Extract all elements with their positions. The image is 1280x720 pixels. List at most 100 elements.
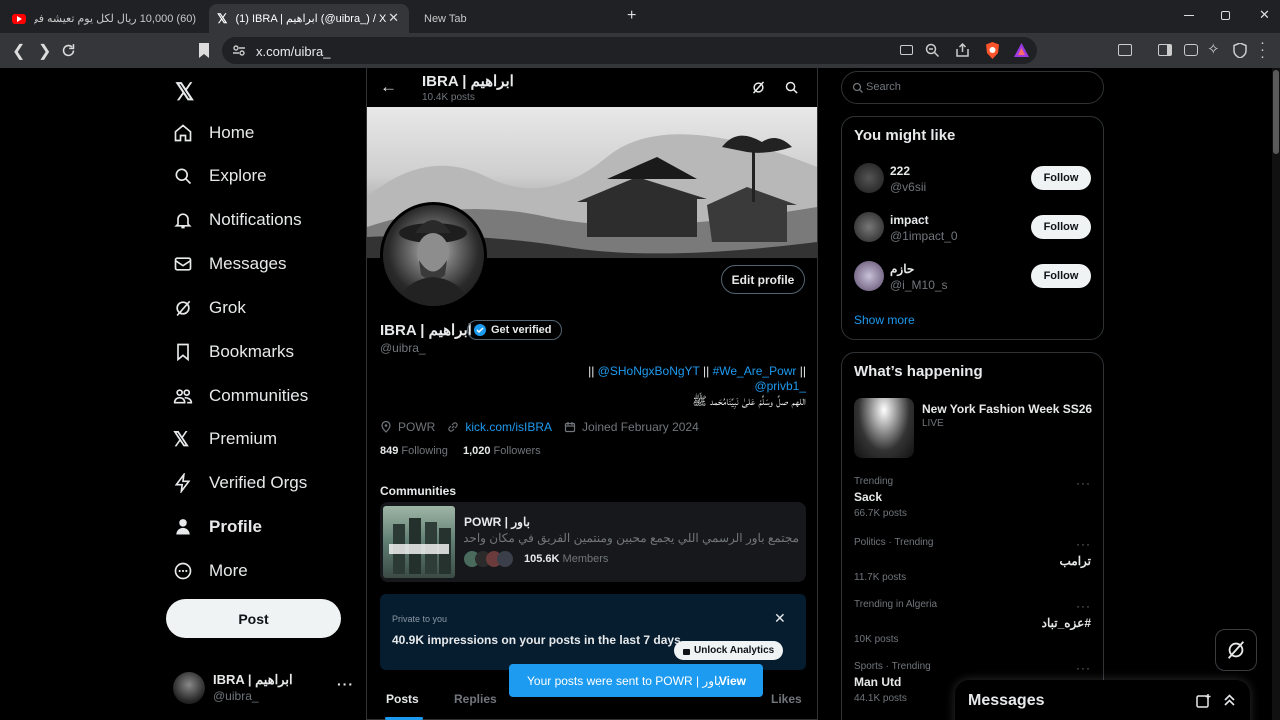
trend-name: #عزه_تباد	[1041, 616, 1091, 630]
close-window-icon[interactable]: ✕	[1259, 7, 1270, 23]
nav-verified-orgs[interactable]: Verified Orgs	[173, 463, 307, 503]
tab-posts[interactable]: Posts	[385, 692, 423, 720]
nav-notifications[interactable]: Notifications	[173, 200, 302, 240]
nav-more[interactable]: More	[173, 551, 248, 591]
more-icon[interactable]: ···	[1076, 661, 1091, 675]
tab-new[interactable]: New Tab	[414, 4, 614, 33]
nav-label: Communities	[209, 386, 309, 405]
share-icon[interactable]	[955, 43, 970, 58]
close-tab-icon[interactable]: ✕	[388, 10, 399, 26]
suggested-user[interactable]: 222 @v6sii Follow	[842, 160, 1103, 198]
zoom-icon[interactable]	[925, 43, 940, 58]
nav-home[interactable]: Home	[173, 113, 254, 153]
bio-line-3: اللهم صلِّ وسَلِّمْ عَلىٰ نَبِيِّنَامُحَ…	[692, 394, 806, 408]
page-scrollbar[interactable]	[1272, 68, 1280, 720]
community-image	[383, 506, 455, 578]
address-bar[interactable]: x.com/uibra_	[222, 37, 1037, 64]
wallet-icon[interactable]	[1184, 44, 1198, 56]
tab-replies[interactable]: Replies	[454, 692, 497, 706]
search-icon[interactable]	[784, 80, 799, 95]
featured-event[interactable]: New York Fashion Week SS26 LIVE	[854, 398, 1094, 458]
follow-button[interactable]: Follow	[1031, 264, 1091, 288]
nav-grok[interactable]: Grok	[173, 288, 246, 328]
reload-icon[interactable]	[60, 42, 77, 59]
nav-bookmarks[interactable]: Bookmarks	[173, 332, 294, 372]
more-icon[interactable]: ···	[1076, 599, 1091, 613]
more-icon[interactable]: ···	[1076, 476, 1091, 490]
expand-drawer-icon[interactable]	[1223, 694, 1236, 707]
youtube-icon	[12, 13, 26, 24]
cast-icon[interactable]	[900, 45, 913, 55]
you-might-like-panel: You might like 222 @v6sii Follow impact …	[841, 116, 1104, 340]
following-count: 849	[380, 445, 399, 457]
brave-shield-icon[interactable]	[985, 42, 1000, 59]
grok-icon[interactable]	[751, 80, 766, 95]
trend-item[interactable]: Politics · Trending ترامب 11.7K posts ··…	[854, 537, 1091, 583]
tab-likes[interactable]: Likes	[771, 692, 802, 706]
more-icon[interactable]: ···	[1076, 537, 1091, 551]
x-logo-icon: 𝕏	[173, 428, 190, 451]
leo-ai-icon[interactable]: ✧	[1207, 40, 1220, 58]
nav-profile[interactable]: Profile	[173, 507, 262, 547]
suggested-user[interactable]: impact @1impact_0 Follow	[842, 209, 1103, 247]
bookmark-page-icon[interactable]	[197, 42, 211, 59]
account-switcher[interactable]: IBRA | ابراهيم @uibra_ ···	[173, 668, 353, 708]
url-text[interactable]: x.com/uibra_	[256, 44, 330, 59]
scrollbar-thumb[interactable]	[1273, 70, 1279, 154]
nav-messages[interactable]: Messages	[173, 244, 286, 284]
site-settings-icon[interactable]	[232, 44, 246, 57]
avatar	[173, 672, 205, 704]
follow-button[interactable]: Follow	[1031, 166, 1091, 190]
show-more-link[interactable]: Show more	[854, 313, 915, 327]
x-logo-icon[interactable]: 𝕏	[175, 78, 194, 107]
toast-view-button[interactable]: View	[719, 674, 746, 688]
bio-hashtag[interactable]: #We_Are_Powr	[713, 364, 797, 378]
vpn-icon[interactable]	[1233, 43, 1247, 58]
nav-communities[interactable]: Communities	[173, 376, 308, 416]
reader-mode-icon[interactable]	[1118, 44, 1132, 56]
profile-link[interactable]: kick.com/isIBRA	[465, 420, 552, 434]
sidebar-toggle-icon[interactable]	[1158, 44, 1172, 56]
edit-profile-button[interactable]: Edit profile	[721, 265, 805, 294]
new-tab-plus-icon[interactable]: +	[627, 7, 636, 25]
trend-item[interactable]: Trending in Algeria #عزه_تباد 10K posts …	[854, 599, 1091, 645]
minimize-icon[interactable]	[1184, 15, 1194, 16]
back-icon[interactable]: ❮	[12, 41, 25, 61]
get-verified-label: Get verified	[491, 324, 552, 336]
location-text: POWR	[398, 420, 436, 434]
messages-drawer[interactable]: Messages	[955, 680, 1250, 720]
brave-rewards-icon[interactable]	[1014, 43, 1029, 57]
profile-avatar[interactable]	[380, 202, 487, 309]
analytics-close-icon[interactable]: ✕	[774, 610, 786, 627]
bio-mention[interactable]: @SHoNgxBoNgYT	[598, 364, 700, 378]
profile-handle: @uibra_	[380, 341, 426, 355]
nav-explore[interactable]: Explore	[173, 156, 267, 196]
unlock-analytics-button[interactable]: Unlock Analytics	[674, 641, 784, 660]
trend-item[interactable]: Trending Sack 66.7K posts ···	[854, 476, 1091, 519]
back-arrow-icon[interactable]: ←	[380, 77, 397, 97]
header-name: IBRA | ابراهيم	[422, 73, 514, 90]
grok-floating-button[interactable]	[1215, 629, 1257, 671]
browser-menu-icon[interactable]: · · ·	[1260, 35, 1265, 64]
tab-youtube[interactable]: (60) 10,000 ريال لكل يوم تعيشه في الـ	[4, 4, 204, 33]
forward-icon[interactable]: ❯	[38, 41, 51, 61]
community-card[interactable]: POWR | باور مجتمع باور الرسمي اللي يجمع …	[380, 502, 806, 582]
trend-context: Politics · Trending	[854, 537, 934, 548]
following-link[interactable]: 849 Following	[380, 445, 448, 457]
get-verified-button[interactable]: Get verified	[467, 320, 562, 340]
followers-link[interactable]: 1,020 Followers	[463, 445, 541, 457]
whats-happening-panel: What’s happening New York Fashion Week S…	[841, 352, 1104, 720]
nav-premium[interactable]: 𝕏 Premium	[173, 419, 277, 459]
follow-button[interactable]: Follow	[1031, 215, 1091, 239]
bio-mention-2[interactable]: @privb1_	[380, 379, 806, 394]
post-button[interactable]: Post	[166, 599, 341, 638]
tab-title: (60) 10,000 ريال لكل يوم تعيشه في الـ	[34, 13, 196, 25]
people-icon	[173, 389, 193, 404]
suggested-user[interactable]: حازم @i_M10_s Follow	[842, 258, 1103, 296]
new-message-icon[interactable]	[1196, 694, 1211, 708]
x-app: 𝕏 Home Explore Notifications Messages Gr…	[0, 68, 1280, 720]
maximize-icon[interactable]	[1221, 11, 1230, 20]
tab-x-profile[interactable]: 𝕏 (1) IBRA | ابراهيم (@uibra_) / X ✕	[209, 4, 409, 33]
search-input[interactable]: Search	[841, 71, 1104, 104]
account-menu-icon[interactable]: ···	[337, 676, 354, 692]
